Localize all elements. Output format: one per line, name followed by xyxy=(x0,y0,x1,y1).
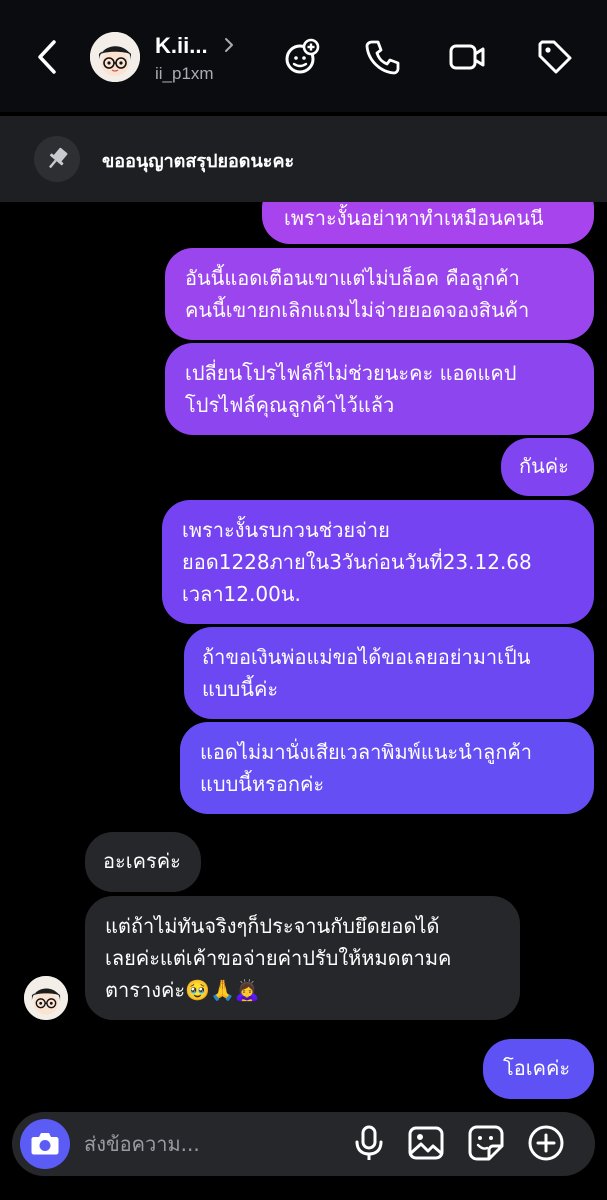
avatar[interactable] xyxy=(90,32,140,82)
contact-avatar-small[interactable] xyxy=(24,976,68,1020)
back-icon[interactable] xyxy=(30,36,66,78)
message-incoming: แต่ถ้าไม่ทันจริงๆก็ประจานกับยึดยอดได้ เล… xyxy=(85,896,520,1020)
contact-name[interactable]: K.ii... xyxy=(155,33,208,59)
message-outgoing: กันค่ะ xyxy=(501,438,594,496)
effects-icon[interactable] xyxy=(282,38,320,76)
pinned-message-banner[interactable] xyxy=(0,116,607,202)
message-input[interactable] xyxy=(84,1126,334,1162)
chevron-right-icon[interactable] xyxy=(222,36,236,54)
message-outgoing: อันนี้แอดเตือนเขาแต่ไม่บล็อค คือลูกค้า ค… xyxy=(165,248,594,340)
gallery-icon[interactable] xyxy=(407,1124,445,1162)
message-outgoing: เพราะงั้นรบกวนช่วยจ่าย ยอด1228ภายใน3วันก… xyxy=(162,500,594,624)
message-incoming: อะเครค่ะ xyxy=(85,832,201,892)
message-thread: เพราะงั้นอย่าหาทำเหมือนคนนี อันนี้แอดเตื… xyxy=(0,202,607,1110)
avatar-illustration-icon xyxy=(24,976,68,1020)
avatar-illustration-icon xyxy=(90,32,140,82)
camera-icon xyxy=(31,1133,59,1155)
plus-icon[interactable] xyxy=(527,1124,565,1162)
message-outgoing: โอเคค่ะ xyxy=(483,1039,594,1099)
phone-icon[interactable] xyxy=(364,38,402,76)
message-outgoing: เปลี่ยนโปรไฟล์ก็ไม่ช่วยนะคะ แอดแคป โปรไฟ… xyxy=(165,343,594,435)
microphone-icon[interactable] xyxy=(350,1124,388,1162)
message-outgoing: เพราะงั้นอย่าหาทำเหมือนคนนี xyxy=(262,202,594,244)
pinned-message-text: ขออนุญาตสรุปยอดนะคะ xyxy=(102,151,295,172)
message-outgoing: ถ้าขอเงินพ่อแม่ขอได้ขอเลยอย่ามาเป็น แบบน… xyxy=(184,627,594,719)
tag-icon[interactable] xyxy=(536,38,574,76)
pin-icon-wrapper xyxy=(34,136,80,182)
camera-button[interactable] xyxy=(20,1119,70,1169)
pin-icon xyxy=(49,147,68,169)
contact-handle: ii_p1xm xyxy=(155,64,214,83)
video-icon[interactable] xyxy=(448,38,486,76)
message-outgoing: แอดไม่มานั่งเสียเวลาพิมพ์แนะนำลูกค้า แบบ… xyxy=(180,722,594,814)
sticker-icon[interactable] xyxy=(467,1124,505,1162)
